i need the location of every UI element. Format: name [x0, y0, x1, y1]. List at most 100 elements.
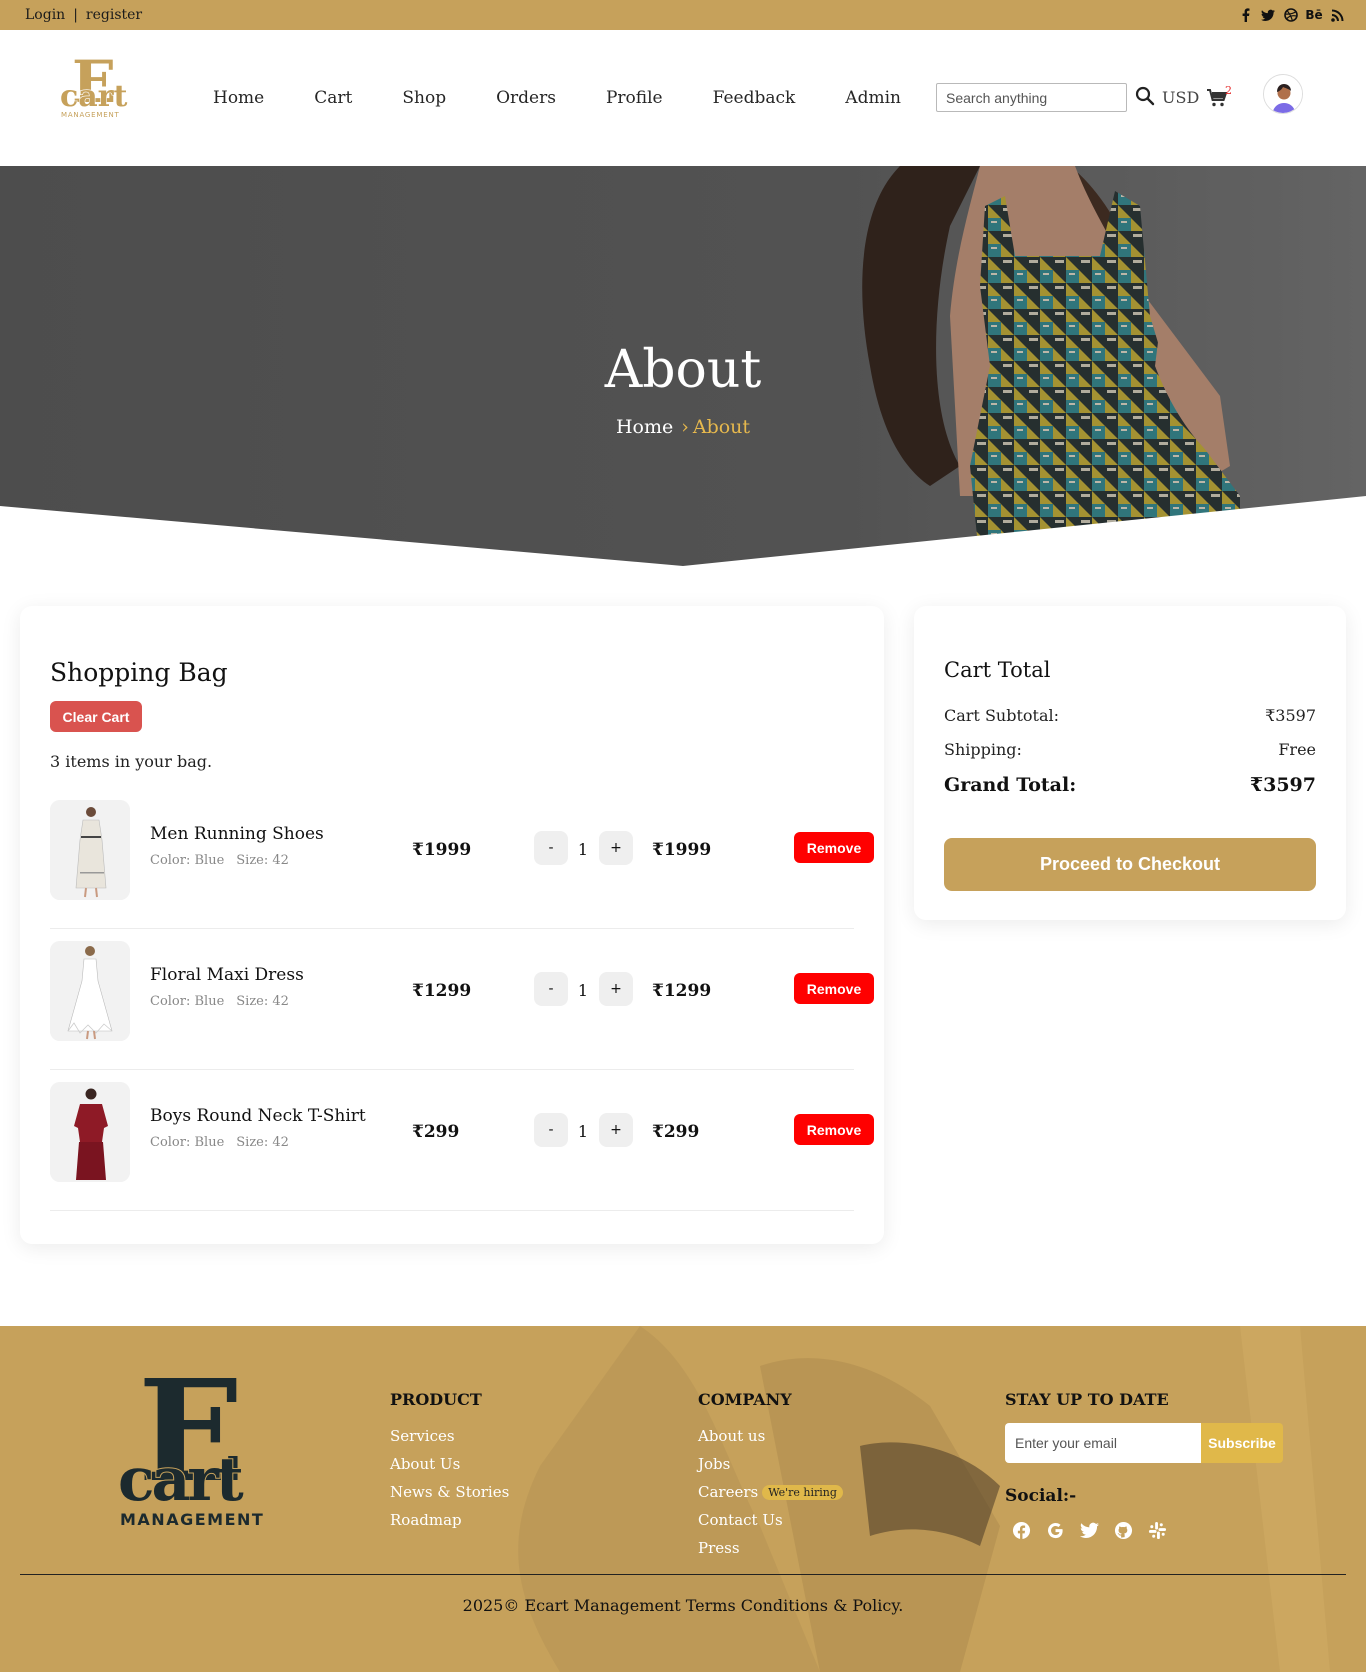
search-icon[interactable] — [1135, 86, 1155, 106]
footer-link-services[interactable]: Services — [390, 1427, 509, 1445]
product-size: Size: 42 — [236, 1135, 289, 1150]
subtotal-row: Cart Subtotal: ₹3597 — [944, 706, 1316, 725]
careers-label: Careers — [698, 1483, 759, 1501]
remove-item-button[interactable]: Remove — [794, 832, 874, 863]
product-thumbnail[interactable] — [50, 941, 130, 1041]
google-icon[interactable] — [1046, 1521, 1065, 1540]
bag-item-count: 3 items in your bag. — [50, 752, 213, 771]
unit-price: ₹1999 — [412, 840, 472, 860]
subscribe-button[interactable]: Subscribe — [1201, 1423, 1283, 1463]
cart-total-title: Cart Total — [944, 658, 1051, 682]
newsletter-email-field[interactable] — [1005, 1423, 1201, 1463]
nav-home[interactable]: Home — [213, 88, 264, 108]
copyright-text: 2025© Ecart Management Terms Conditions … — [462, 1596, 904, 1615]
subtotal-value: ₹3597 — [1265, 706, 1316, 725]
product-name[interactable]: Floral Maxi Dress — [150, 965, 304, 985]
product-color: Color: Blue — [150, 1135, 225, 1150]
nav-profile[interactable]: Profile — [606, 88, 663, 108]
footer-product-heading: PRODUCT — [390, 1390, 482, 1409]
decrease-qty-button[interactable]: - — [534, 972, 568, 1006]
quantity-value: 1 — [577, 981, 589, 1000]
product-image-white-dress — [50, 800, 130, 900]
cart-count-badge: 2 — [1225, 84, 1232, 97]
breadcrumb: Home › About — [0, 416, 1366, 438]
footer-social-icons — [1012, 1521, 1167, 1540]
search-input[interactable] — [936, 83, 1127, 112]
product-name[interactable]: Boys Round Neck T-Shirt — [150, 1106, 366, 1126]
product-name[interactable]: Men Running Shoes — [150, 824, 324, 844]
product-thumbnail[interactable] — [50, 1082, 130, 1182]
footer-link-about-us[interactable]: About Us — [390, 1455, 509, 1473]
footer-link-press[interactable]: Press — [698, 1539, 843, 1557]
avatar-illustration — [1264, 75, 1302, 113]
slack-icon[interactable] — [1148, 1521, 1167, 1540]
main-nav: Home Cart Shop Orders Profile Feedback A… — [213, 88, 951, 108]
footer-logo-sub: MANAGEMENT — [120, 1510, 264, 1529]
brand-logo[interactable]: E cart MANAGEMENT — [60, 54, 132, 124]
footer-link-about[interactable]: About us — [698, 1427, 843, 1445]
twitter-icon[interactable] — [1261, 8, 1275, 22]
decrease-qty-button[interactable]: - — [534, 831, 568, 865]
footer-link-news[interactable]: News & Stories — [390, 1483, 509, 1501]
twitter-icon[interactable] — [1080, 1521, 1099, 1540]
shipping-label: Shipping: — [944, 740, 1022, 759]
grand-total-value: ₹3597 — [1249, 774, 1316, 796]
user-avatar[interactable] — [1263, 74, 1303, 114]
rss-icon[interactable] — [1330, 8, 1344, 22]
github-icon[interactable] — [1114, 1521, 1133, 1540]
nav-admin[interactable]: Admin — [845, 88, 901, 108]
increase-qty-button[interactable]: + — [599, 1113, 633, 1147]
footer-link-careers[interactable]: Careers We're hiring — [698, 1483, 843, 1501]
nav-shop[interactable]: Shop — [402, 88, 446, 108]
footer-product-column: PRODUCT Services About Us News & Stories… — [390, 1390, 509, 1539]
clear-cart-button[interactable]: Clear Cart — [50, 701, 142, 732]
hero-banner: About Home › About — [0, 166, 1366, 566]
product-size: Size: 42 — [236, 994, 289, 1009]
nav-feedback[interactable]: Feedback — [713, 88, 796, 108]
auth-separator: | — [73, 7, 78, 23]
top-social-links: Bē — [1238, 8, 1344, 22]
breadcrumb-home[interactable]: Home — [616, 416, 673, 438]
increase-qty-button[interactable]: + — [599, 831, 633, 865]
footer-link-jobs[interactable]: Jobs — [698, 1455, 843, 1473]
decrease-qty-button[interactable]: - — [534, 1113, 568, 1147]
dribbble-icon[interactable] — [1284, 8, 1298, 22]
nav-cart[interactable]: Cart — [314, 88, 352, 108]
breadcrumb-current: About — [692, 416, 751, 438]
footer-link-roadmap[interactable]: Roadmap — [390, 1511, 509, 1529]
footer-company-column: COMPANY About us Jobs Careers We're hirin… — [698, 1390, 843, 1567]
facebook-icon[interactable] — [1238, 8, 1252, 22]
grand-total-label: Grand Total: — [944, 774, 1077, 796]
increase-qty-button[interactable]: + — [599, 972, 633, 1006]
product-meta: Color: Blue Size: 42 — [150, 1135, 289, 1150]
remove-item-button[interactable]: Remove — [794, 973, 874, 1004]
checkout-button[interactable]: Proceed to Checkout — [944, 838, 1316, 891]
shopping-bag-title: Shopping Bag — [50, 658, 228, 687]
newsletter-heading: STAY UP TO DATE — [1005, 1390, 1169, 1409]
cart-icon[interactable] — [1207, 89, 1227, 107]
currency-selector[interactable]: USD — [1162, 88, 1199, 107]
facebook-icon[interactable] — [1012, 1521, 1031, 1540]
quantity-value: 1 — [577, 840, 589, 859]
shipping-value: Free — [1278, 740, 1316, 759]
line-total: ₹299 — [652, 1122, 700, 1142]
hiring-badge: We're hiring — [762, 1485, 843, 1500]
product-size: Size: 42 — [236, 853, 289, 868]
top-bar: Login | register Bē — [0, 0, 1366, 30]
product-color: Color: Blue — [150, 853, 225, 868]
nav-orders[interactable]: Orders — [496, 88, 556, 108]
remove-item-button[interactable]: Remove — [794, 1114, 874, 1145]
social-label: Social:- — [1005, 1486, 1077, 1506]
register-link[interactable]: register — [86, 7, 142, 23]
breadcrumb-separator: › — [681, 416, 689, 438]
login-link[interactable]: Login — [25, 7, 65, 23]
footer-link-contact[interactable]: Contact Us — [698, 1511, 843, 1529]
footer-brand-logo[interactable]: E cart MANAGEMENT — [118, 1368, 272, 1530]
shipping-row: Shipping: Free — [944, 740, 1316, 759]
unit-price: ₹1299 — [412, 981, 472, 1001]
logo-sub: MANAGEMENT — [61, 111, 120, 119]
cart-total-card: Cart Total Cart Subtotal: ₹3597 Shipping… — [914, 606, 1346, 920]
product-thumbnail[interactable] — [50, 800, 130, 900]
behance-icon[interactable]: Bē — [1305, 8, 1322, 22]
cart-item: Floral Maxi Dress Color: Blue Size: 42 ₹1… — [50, 929, 874, 1070]
